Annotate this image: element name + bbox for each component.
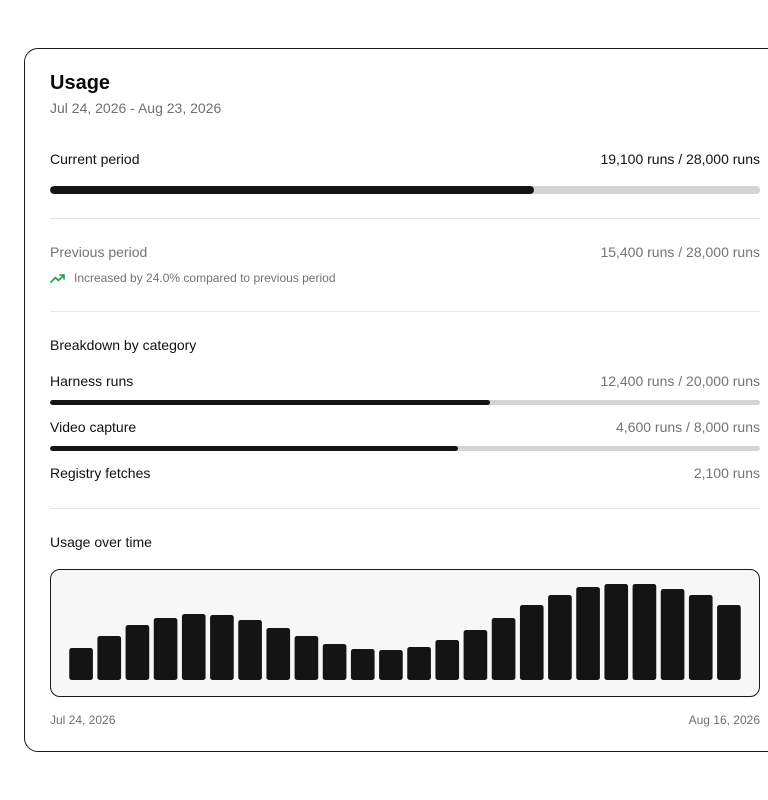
divider xyxy=(50,311,760,312)
breakdown-value: 12,400 runs / 20,000 runs xyxy=(600,373,760,389)
usage-bar xyxy=(97,636,122,680)
usage-bar xyxy=(632,584,657,680)
video-capture-progress-fill xyxy=(50,446,459,451)
usage-bar xyxy=(604,584,629,680)
usage-bar xyxy=(491,618,516,680)
chart-end-date: Aug 16, 2026 xyxy=(688,713,760,727)
harness-runs-progress xyxy=(50,400,760,405)
current-period-label: Current period xyxy=(50,151,140,167)
usage-bar xyxy=(153,618,178,680)
usage-bar xyxy=(435,640,460,680)
breakdown-label: Harness runs xyxy=(50,373,134,389)
usage-chart-svg xyxy=(69,584,741,680)
usage-chart xyxy=(50,569,760,697)
current-period-progress xyxy=(50,186,760,194)
trend-text: Increased by 24.0% compared to previous … xyxy=(74,271,336,285)
usage-bar xyxy=(322,644,347,680)
video-capture-progress xyxy=(50,446,760,451)
breakdown-label: Video capture xyxy=(50,419,137,435)
current-period-progress-fill xyxy=(50,186,535,194)
previous-period-value: 15,400 runs / 28,000 runs xyxy=(600,244,760,260)
date-range: Jul 24, 2026 - Aug 23, 2026 xyxy=(50,100,222,116)
breakdown-row-registry-fetches: Registry fetches 2,100 runs xyxy=(50,465,760,485)
breakdown-row-harness-runs: Harness runs 12,400 runs / 20,000 runs xyxy=(50,373,760,393)
breakdown-heading: Breakdown by category xyxy=(50,337,197,353)
usage-bar xyxy=(379,650,403,680)
breakdown-value: 4,600 runs / 8,000 runs xyxy=(616,419,760,435)
usage-bar xyxy=(210,615,234,680)
usage-bar xyxy=(294,636,319,680)
usage-bar xyxy=(125,625,150,680)
breakdown-label: Registry fetches xyxy=(50,465,151,481)
usage-bar xyxy=(717,605,741,680)
previous-period-row: Previous period 15,400 runs / 28,000 run… xyxy=(50,244,760,264)
page-title: Usage xyxy=(50,72,111,94)
usage-bar xyxy=(266,628,291,680)
usage-bar xyxy=(548,595,572,680)
usage-bar xyxy=(688,595,713,680)
breakdown-value: 2,100 runs xyxy=(693,465,760,481)
usage-bar xyxy=(407,647,431,680)
usage-bar xyxy=(181,614,206,680)
chart-start-date: Jul 24, 2026 xyxy=(50,713,116,727)
breakdown-row-video-capture: Video capture 4,600 runs / 8,000 runs xyxy=(50,419,760,439)
usage-bar xyxy=(519,605,544,680)
usage-bar xyxy=(660,589,685,680)
divider xyxy=(50,218,760,219)
trending-up-icon xyxy=(50,274,65,283)
usage-bar xyxy=(350,649,375,680)
usage-card: Usage Jul 24, 2026 - Aug 23, 2026 Curren… xyxy=(24,48,768,752)
current-period-row: Current period 19,100 runs / 28,000 runs xyxy=(50,151,760,171)
divider xyxy=(50,508,760,509)
usage-bar xyxy=(69,648,93,680)
usage-bar xyxy=(463,630,488,680)
harness-runs-progress-fill xyxy=(50,400,491,405)
current-period-value: 19,100 runs / 28,000 runs xyxy=(600,151,760,167)
usage-over-time-heading: Usage over time xyxy=(50,534,152,550)
usage-bar xyxy=(238,620,262,680)
previous-period-label: Previous period xyxy=(50,244,148,260)
usage-bar xyxy=(576,587,600,680)
